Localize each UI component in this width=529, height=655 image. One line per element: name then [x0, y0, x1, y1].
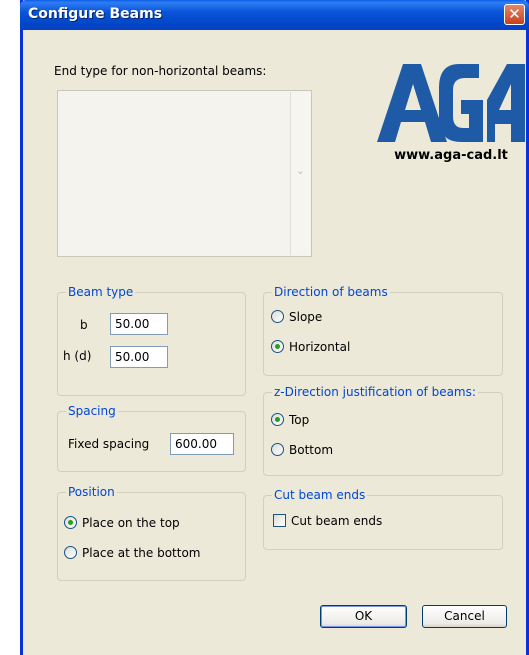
close-icon: ✕: [508, 5, 521, 23]
place-top-radio[interactable]: [64, 516, 77, 529]
z-direction-group: z-Direction justification of beams:: [263, 385, 503, 476]
aga-logo-mark: [377, 64, 525, 142]
horizontal-label[interactable]: Horizontal: [289, 340, 350, 354]
beam-type-group: Beam type: [57, 285, 246, 396]
b-input[interactable]: [110, 313, 168, 335]
beam-type-title: Beam type: [68, 285, 134, 299]
z-bottom-radio[interactable]: [271, 443, 284, 456]
cut-ends-title: Cut beam ends: [274, 488, 366, 502]
configure-beams-dialog: Configure Beams ✕ End type for non-horiz…: [20, 0, 529, 655]
end-type-list[interactable]: ⌄: [57, 90, 312, 257]
h-input[interactable]: [110, 346, 168, 368]
logo-url: www.aga-cad.lt: [394, 148, 508, 163]
place-bottom-label[interactable]: Place at the bottom: [82, 546, 201, 560]
close-button[interactable]: ✕: [504, 4, 525, 25]
z-top-radio[interactable]: [271, 413, 284, 426]
direction-title: Direction of beams: [274, 285, 388, 299]
aga-logo: www.aga-cad.lt: [375, 60, 527, 170]
fixed-spacing-label: Fixed spacing: [68, 437, 150, 451]
place-top-label[interactable]: Place on the top: [82, 516, 180, 530]
list-scrollbar[interactable]: ⌄: [290, 92, 310, 255]
position-title: Position: [68, 485, 115, 499]
z-bottom-label[interactable]: Bottom: [289, 443, 333, 457]
cancel-button[interactable]: Cancel: [422, 605, 507, 628]
z-top-label[interactable]: Top: [289, 413, 309, 427]
horizontal-radio[interactable]: [271, 340, 284, 353]
end-type-label: End type for non-horizontal beams:: [54, 64, 267, 78]
direction-group: Direction of beams: [263, 285, 503, 376]
position-group: Position: [57, 485, 246, 581]
place-bottom-radio[interactable]: [64, 546, 77, 559]
h-label: h (d): [63, 349, 92, 363]
b-label: b: [80, 318, 88, 332]
z-direction-title: z-Direction justification of beams:: [274, 385, 476, 399]
ok-button[interactable]: OK: [320, 605, 407, 628]
title-bar[interactable]: Configure Beams ✕: [20, 0, 529, 30]
cut-ends-label[interactable]: Cut beam ends: [291, 514, 382, 528]
cut-ends-checkbox[interactable]: [273, 514, 286, 527]
fixed-spacing-input[interactable]: [170, 433, 234, 455]
window-title: Configure Beams: [28, 6, 163, 22]
slope-label[interactable]: Slope: [289, 310, 322, 324]
chevron-down-icon[interactable]: ⌄: [296, 164, 305, 177]
slope-radio[interactable]: [271, 310, 284, 323]
spacing-title: Spacing: [68, 404, 116, 418]
